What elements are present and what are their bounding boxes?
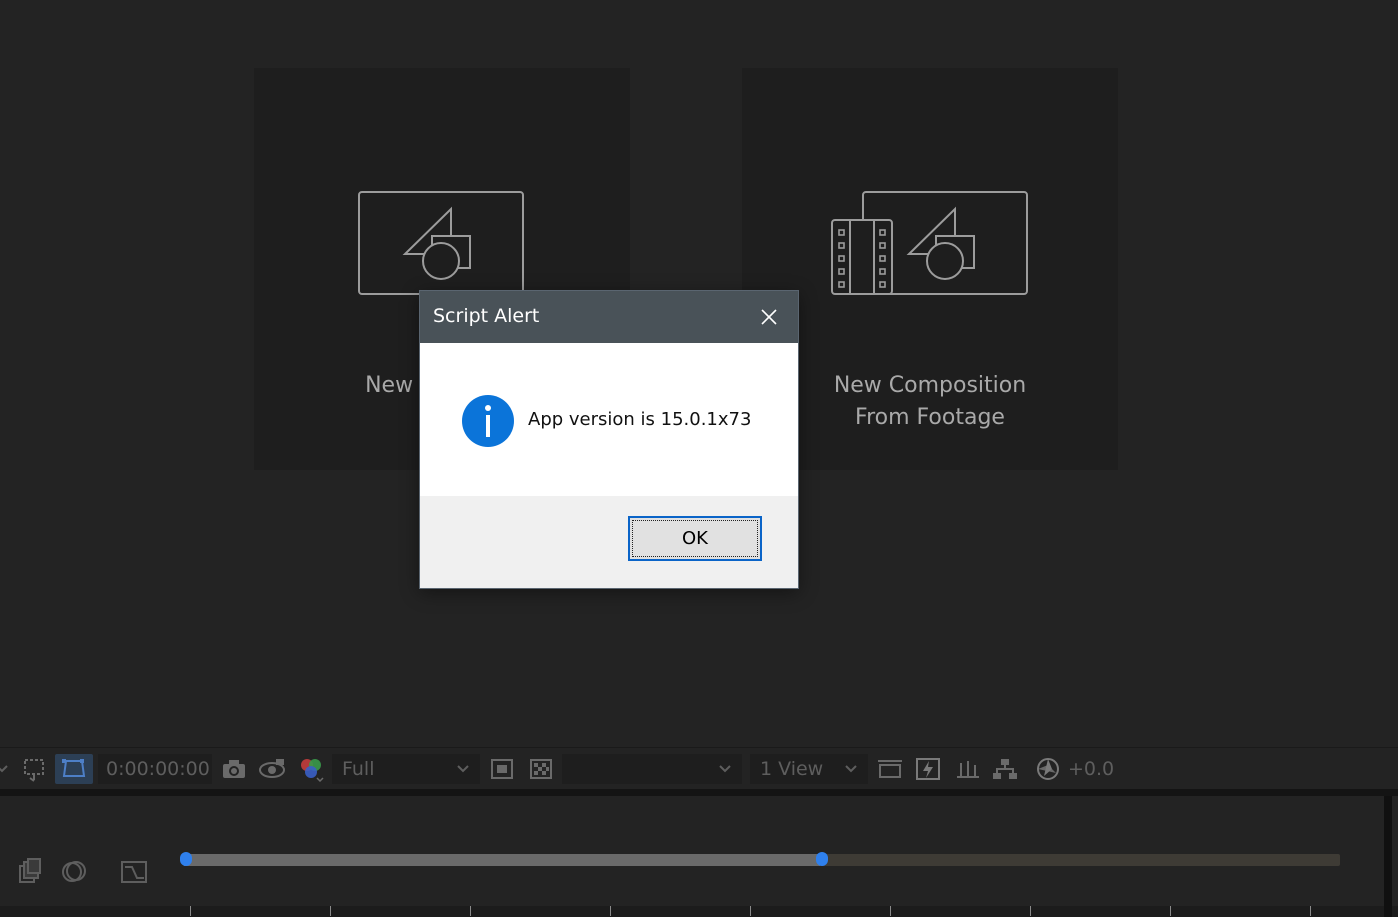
dialog-title-bar[interactable]: Script Alert	[420, 291, 798, 343]
motion-blur-icon[interactable]	[61, 858, 89, 888]
new-composition-from-footage-label-line1: New Composition	[833, 373, 1027, 398]
ruler-tick	[750, 906, 751, 916]
resolution-value: Full	[342, 758, 375, 780]
close-button[interactable]	[750, 300, 788, 334]
dialog-title: Script Alert	[433, 305, 540, 327]
view-layout-dropdown[interactable]: 1 View	[750, 754, 868, 784]
work-area-start-handle[interactable]	[180, 852, 192, 866]
timeline-panel	[0, 796, 1398, 917]
resolution-dropdown[interactable]: Full	[332, 754, 480, 784]
ruler-tick	[1170, 906, 1171, 916]
dialog-body: App version is 15.0.1x73	[420, 343, 798, 496]
viewer-toolbar: 0:00:00:00 Full 1 View +0.0	[0, 747, 1398, 790]
panel-divider	[0, 789, 1398, 796]
graph-editor-icon[interactable]	[120, 858, 148, 888]
dialog-message: App version is 15.0.1x73	[528, 409, 752, 430]
region-of-interest-icon[interactable]	[20, 754, 48, 784]
ruler-tick	[330, 906, 331, 916]
exposure-value[interactable]: +0.0	[1068, 754, 1114, 784]
fast-draft-icon[interactable]	[914, 754, 942, 784]
chevron-down-icon	[719, 765, 731, 773]
ruler-tick	[470, 906, 471, 916]
transparency-grid-icon[interactable]	[527, 754, 555, 784]
time-ruler[interactable]	[0, 906, 1398, 917]
dialog-footer: OK	[420, 496, 798, 588]
color-channels-icon[interactable]	[297, 754, 325, 784]
work-area-end-handle[interactable]	[816, 852, 828, 866]
work-area-range[interactable]	[184, 854, 820, 866]
reset-exposure-icon[interactable]	[1034, 754, 1062, 784]
timeline-icon[interactable]	[954, 754, 982, 784]
ruler-tick	[190, 906, 191, 916]
new-composition-from-footage-card[interactable]: New Composition From Footage	[742, 68, 1118, 470]
script-alert-dialog: Script Alert App version is 15.0.1x73 OK	[420, 291, 798, 588]
show-snapshot-icon[interactable]	[258, 754, 286, 784]
work-area-bar[interactable]	[180, 852, 1340, 866]
composition-from-footage-icon	[831, 191, 1028, 295]
ruler-tick	[1030, 906, 1031, 916]
toggle-pixel-aspect-icon[interactable]	[876, 754, 904, 784]
info-icon	[462, 395, 514, 447]
timecode-field[interactable]: 0:00:00:00	[98, 754, 212, 784]
transparency-grid-toggle-icon[interactable]	[55, 754, 93, 784]
camera-snapshot-icon[interactable]	[220, 754, 248, 784]
chevron-down-icon	[457, 765, 469, 773]
chevron-down-icon[interactable]	[0, 754, 16, 784]
composition-flowchart-icon[interactable]	[17, 858, 43, 888]
flowchart-icon[interactable]	[991, 754, 1019, 784]
ruler-tick	[890, 906, 891, 916]
ruler-tick	[1310, 906, 1311, 916]
view-layout-value: 1 View	[760, 758, 824, 780]
close-icon	[761, 309, 777, 325]
fast-previews-icon[interactable]	[488, 754, 516, 784]
composition-icon	[358, 191, 524, 295]
new-composition-from-footage-label-line2: From Footage	[855, 405, 1005, 430]
timeline-scrollbar[interactable]	[1384, 796, 1392, 917]
ruler-tick	[610, 906, 611, 916]
ok-button[interactable]: OK	[628, 516, 762, 561]
chevron-down-icon	[845, 765, 857, 773]
channel-dropdown[interactable]	[562, 754, 742, 784]
